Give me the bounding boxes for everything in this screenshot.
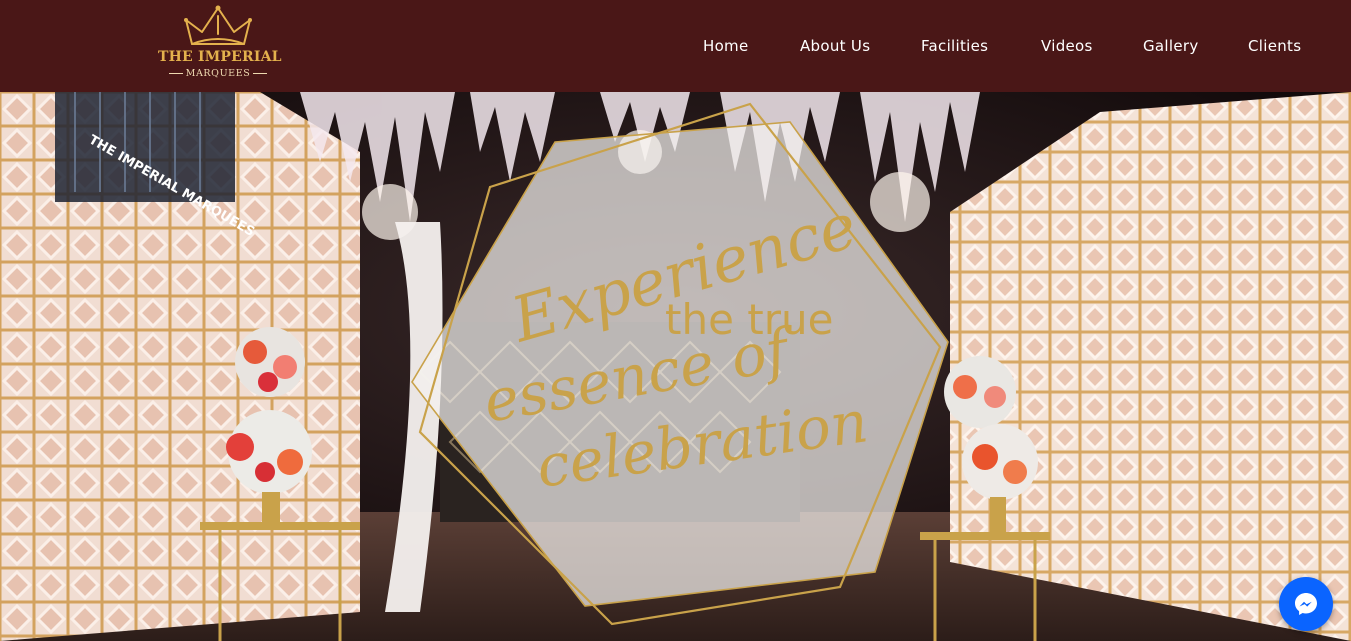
nav-item-gallery[interactable]: Gallery (1143, 37, 1199, 55)
hero-headline-frame: Experience the true essence of celebrati… (86, 102, 949, 626)
crown-icon (184, 5, 252, 45)
messenger-icon (1295, 593, 1317, 615)
nav-item-clients[interactable]: Clients (1248, 37, 1301, 55)
site-header: THE IMPERIAL MARQUEES Home About Us Faci… (0, 0, 1351, 92)
nav-item-home[interactable]: Home (703, 37, 749, 55)
nav-item-videos[interactable]: Videos (1041, 37, 1093, 55)
brand-logo[interactable]: THE IMPERIAL MARQUEES (158, 4, 282, 84)
nav-item-facilities[interactable]: Facilities (921, 37, 988, 55)
messenger-chat-button[interactable] (1279, 577, 1333, 631)
logo-subtitle: MARQUEES (158, 68, 278, 79)
hero-banner: Experience the true essence of celebrati… (0, 92, 1351, 641)
nav-item-about-us[interactable]: About Us (800, 37, 870, 55)
logo-title: THE IMPERIAL (158, 49, 282, 65)
venue-sign: THE IMPERIAL MARQUEES (86, 132, 257, 239)
